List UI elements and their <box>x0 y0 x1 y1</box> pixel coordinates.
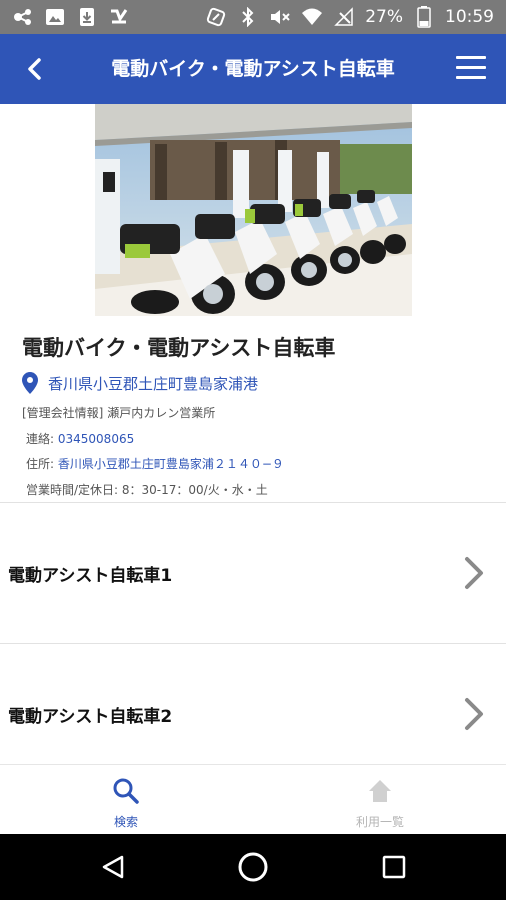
hamburger-menu-icon[interactable] <box>456 56 486 82</box>
usb-icon <box>12 6 34 28</box>
battery-icon <box>413 6 435 28</box>
download-icon <box>76 6 98 28</box>
back-triangle-icon[interactable] <box>100 854 126 880</box>
phone-info: 連絡: 0345008065 <box>26 430 134 447</box>
bike-station-photo <box>95 104 412 316</box>
phone-label: 連絡: <box>26 432 55 446</box>
status-bar: 27% 10:59 <box>0 0 506 34</box>
nav-usage-list[interactable]: 利用一覧 <box>320 777 440 830</box>
list-item[interactable]: 電動アシスト自転車1 <box>0 503 506 643</box>
system-navigation-bar <box>0 834 506 900</box>
company-info: [管理会社情報] 瀬戸内カレン営業所 <box>22 404 215 421</box>
address2-label: 住所: <box>26 457 55 471</box>
app-check-icon <box>108 6 130 28</box>
list-item[interactable]: 電動アシスト自転車2 <box>0 644 506 784</box>
chevron-left-icon <box>28 58 41 80</box>
nav-search[interactable]: 検索 <box>66 777 186 830</box>
business-hours: 営業時間/定休日: 8：30-17：00/火・水・土 <box>26 483 268 497</box>
image-icon <box>44 6 66 28</box>
app-bar: 電動バイク・電動アシスト自転車 <box>0 34 506 104</box>
back-button[interactable] <box>20 54 50 84</box>
spot-title: 電動バイク・電動アシスト自転車 <box>22 336 336 360</box>
chevron-right-icon <box>465 698 483 730</box>
home-circle-icon[interactable] <box>237 851 269 883</box>
no-sim-icon <box>333 6 355 28</box>
search-icon <box>113 778 139 804</box>
address-link[interactable]: 香川県小豆郡土庄町豊島家浦港 <box>22 372 258 394</box>
chevron-right-icon <box>465 557 483 589</box>
phone-link[interactable]: 0345008065 <box>58 432 134 446</box>
clock: 10:59 <box>445 7 494 27</box>
company-name: 瀬戸内カレン営業所 <box>107 406 216 420</box>
battery-percent: 27% <box>365 7 403 27</box>
company-label: [管理会社情報] <box>22 406 104 420</box>
location-pin-icon <box>22 372 38 394</box>
address-info: 住所: 香川県小豆郡土庄町豊島家浦２１４０−９ <box>26 455 284 472</box>
address-text: 香川県小豆郡土庄町豊島家浦港 <box>48 374 259 393</box>
address2-link[interactable]: 香川県小豆郡土庄町豊島家浦２１４０−９ <box>58 457 284 471</box>
nav-search-label: 検索 <box>113 815 138 829</box>
nfc-icon <box>205 6 227 28</box>
list-item-label: 電動アシスト自転車2 <box>8 707 173 727</box>
list-item-label: 電動アシスト自転車1 <box>8 566 173 586</box>
wifi-icon <box>301 6 323 28</box>
mute-icon <box>269 6 291 28</box>
bottom-navigation: 検索 利用一覧 <box>0 764 506 834</box>
nav-usage-label: 利用一覧 <box>355 815 404 829</box>
recents-square-icon[interactable] <box>381 854 407 880</box>
home-icon <box>369 780 391 802</box>
bluetooth-icon <box>237 6 259 28</box>
page-title: 電動バイク・電動アシスト自転車 <box>111 58 395 80</box>
